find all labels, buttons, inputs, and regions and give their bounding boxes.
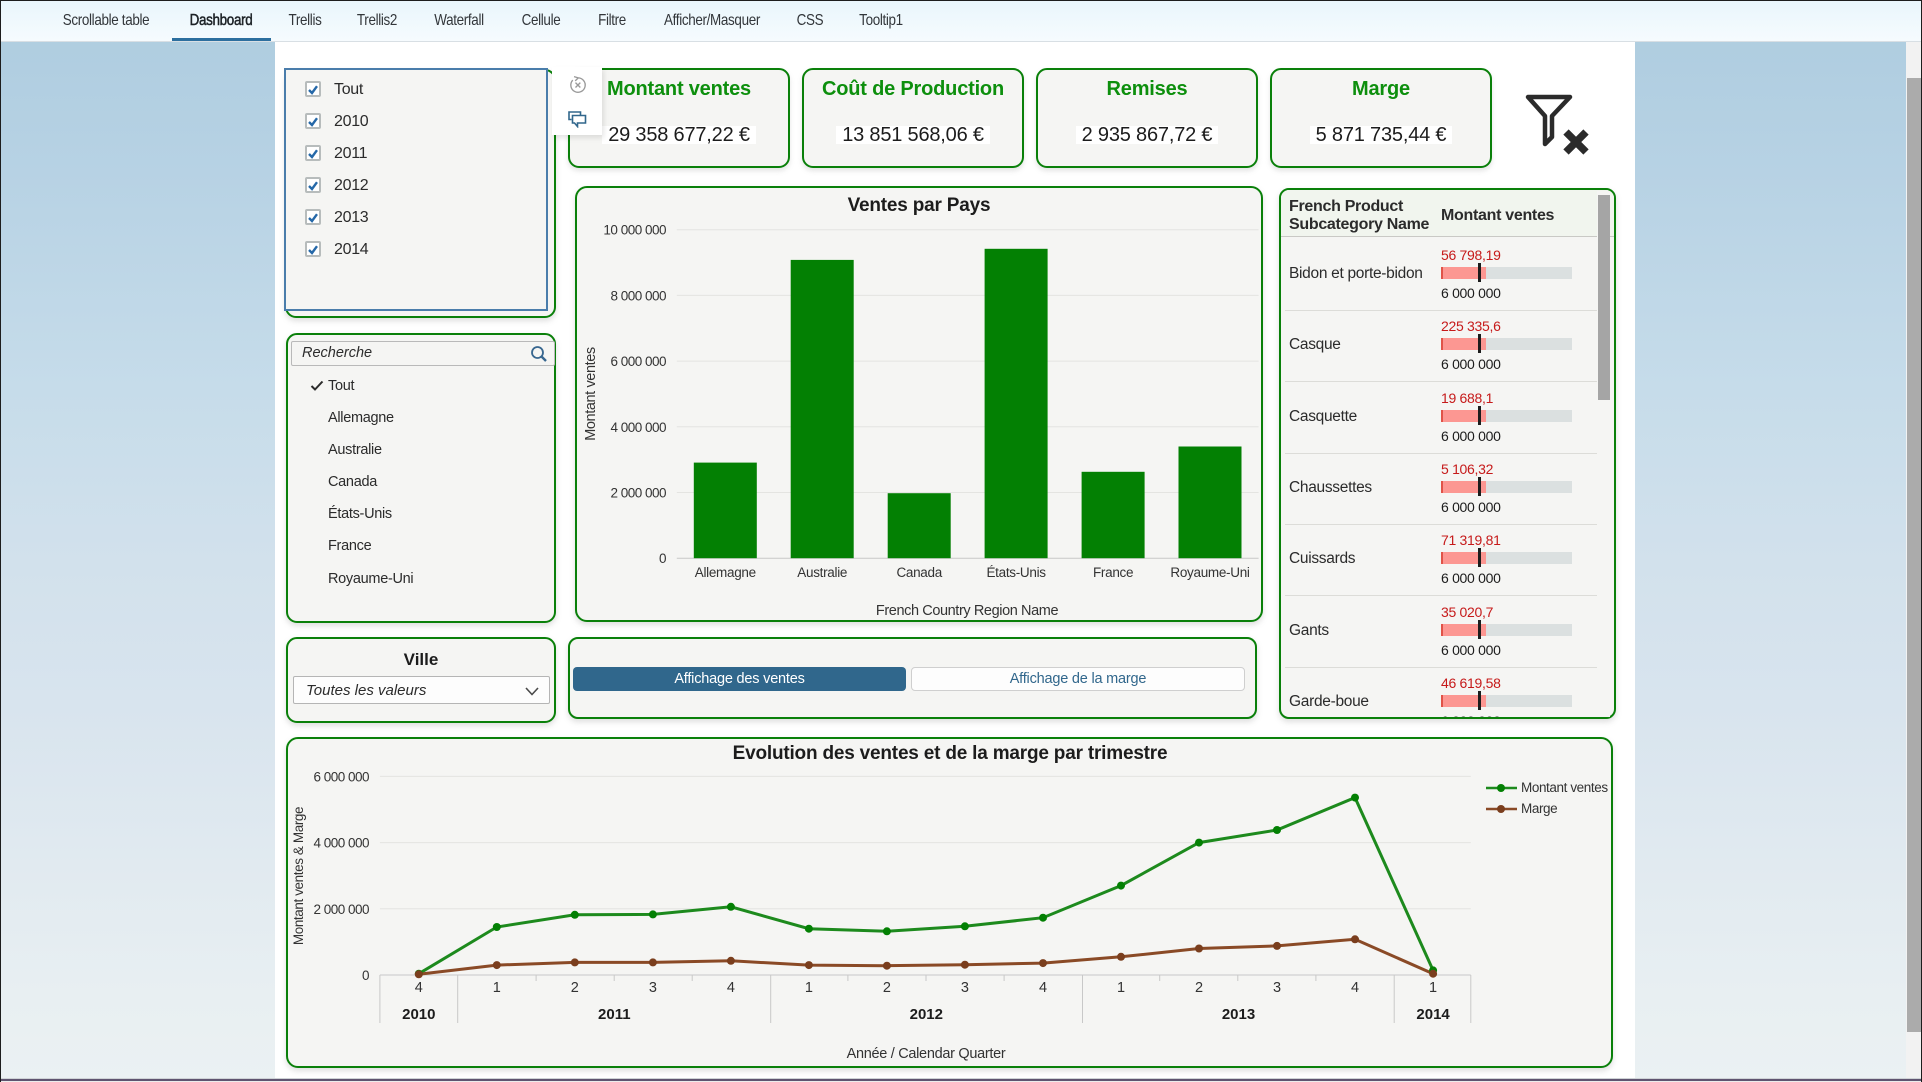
svg-text:0: 0	[362, 968, 369, 983]
svg-text:1: 1	[1117, 980, 1125, 996]
svg-text:Année / Calendar Quarter: Année / Calendar Quarter	[847, 1046, 1006, 1062]
svg-text:Montant ventes: Montant ventes	[583, 347, 599, 441]
svg-text:Marge: Marge	[1521, 801, 1557, 816]
svg-text:10 000 000: 10 000 000	[603, 223, 666, 238]
svg-text:2014: 2014	[1416, 1006, 1450, 1023]
svg-text:3: 3	[1273, 980, 1281, 996]
svg-text:2: 2	[571, 980, 579, 996]
svg-text:France: France	[1093, 565, 1133, 580]
svg-text:Canada: Canada	[896, 565, 942, 580]
svg-text:4: 4	[1039, 980, 1047, 996]
svg-text:2: 2	[1195, 980, 1203, 996]
svg-text:4: 4	[727, 980, 735, 996]
svg-text:Allemagne: Allemagne	[695, 565, 756, 580]
svg-text:1: 1	[1429, 980, 1437, 996]
svg-text:Montant ventes & Marge: Montant ventes & Marge	[291, 807, 306, 945]
svg-text:1: 1	[493, 980, 501, 996]
svg-text:0: 0	[659, 551, 666, 566]
svg-text:2010: 2010	[402, 1006, 435, 1023]
svg-text:2011: 2011	[598, 1006, 631, 1023]
svg-text:6 000 000: 6 000 000	[313, 769, 369, 784]
svg-text:2012: 2012	[910, 1006, 943, 1023]
svg-text:3: 3	[649, 980, 657, 996]
svg-text:1: 1	[805, 980, 813, 996]
svg-text:Australie: Australie	[797, 565, 847, 580]
svg-text:4 000 000: 4 000 000	[313, 836, 369, 851]
svg-text:French Country Region Name: French Country Region Name	[876, 603, 1059, 619]
svg-text:4 000 000: 4 000 000	[610, 420, 666, 435]
svg-text:2: 2	[883, 980, 891, 996]
svg-text:États-Unis: États-Unis	[986, 565, 1046, 580]
svg-text:6 000 000: 6 000 000	[610, 354, 666, 369]
svg-text:2 000 000: 2 000 000	[610, 486, 666, 501]
svg-text:2 000 000: 2 000 000	[313, 902, 369, 917]
svg-text:4: 4	[415, 980, 423, 996]
svg-text:Ventes par Pays: Ventes par Pays	[848, 195, 991, 216]
svg-text:8 000 000: 8 000 000	[610, 288, 666, 303]
svg-text:Montant ventes: Montant ventes	[1521, 780, 1608, 795]
svg-text:Royaume-Uni: Royaume-Uni	[1170, 565, 1250, 580]
svg-text:2013: 2013	[1222, 1006, 1255, 1023]
svg-text:4: 4	[1351, 980, 1359, 996]
svg-text:3: 3	[961, 980, 969, 996]
svg-text:Evolution des ventes et de la: Evolution des ventes et de la marge par …	[733, 743, 1168, 764]
